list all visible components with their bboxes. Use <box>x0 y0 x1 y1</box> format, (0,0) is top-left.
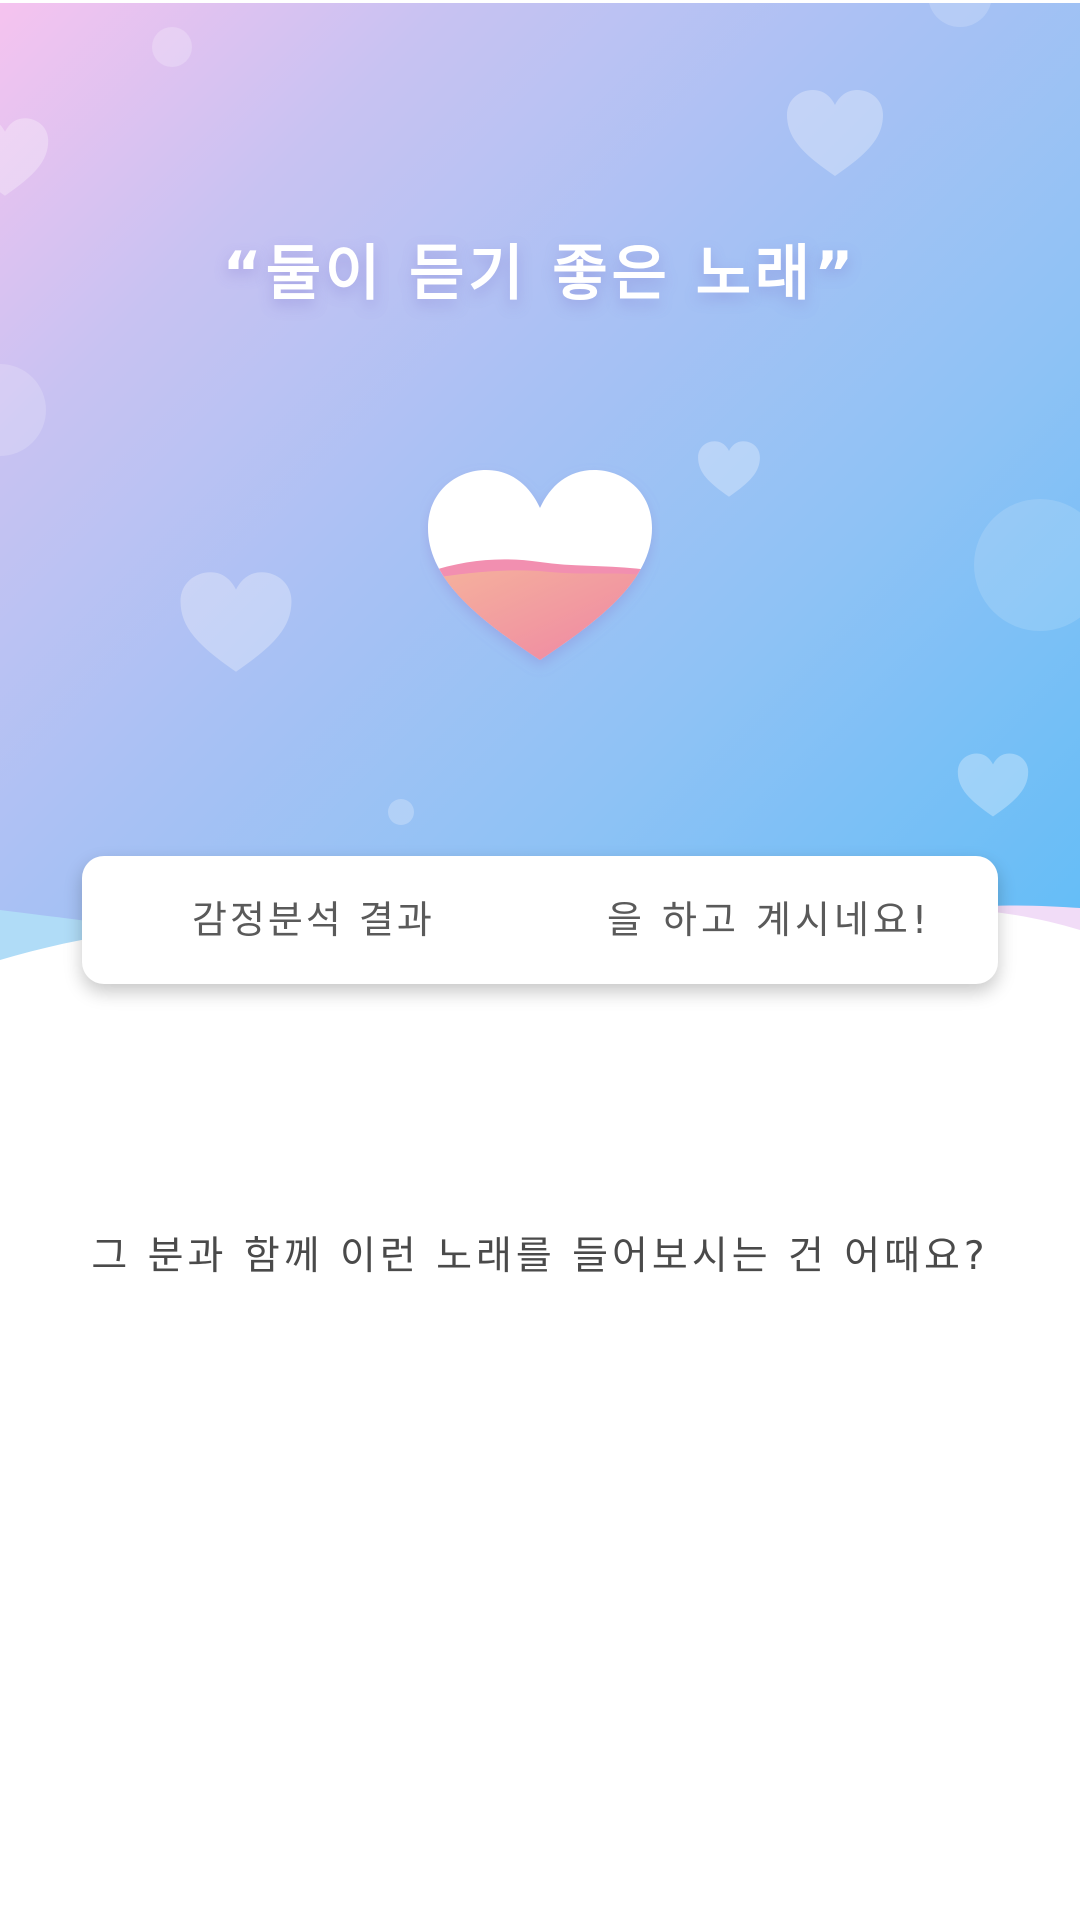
hero-bottom-wave <box>0 905 1080 960</box>
result-suffix: 을 하고 계시네요! <box>607 898 932 942</box>
music-recommendation-screen: “둘이 듣기 좋은 노래” 감정분석 결과 을 하고 계시네요! 그 분과 함께… <box>0 0 1080 1923</box>
emotion-result-card: 감정분석 결과 을 하고 계시네요! <box>82 856 998 984</box>
recommendation-question: 그 분과 함께 이런 노래를 들어보시는 건 어때요? <box>91 1234 989 1279</box>
result-label: 감정분석 결과 <box>192 898 435 942</box>
hero-banner: “둘이 듣기 좋은 노래” <box>0 0 1080 960</box>
